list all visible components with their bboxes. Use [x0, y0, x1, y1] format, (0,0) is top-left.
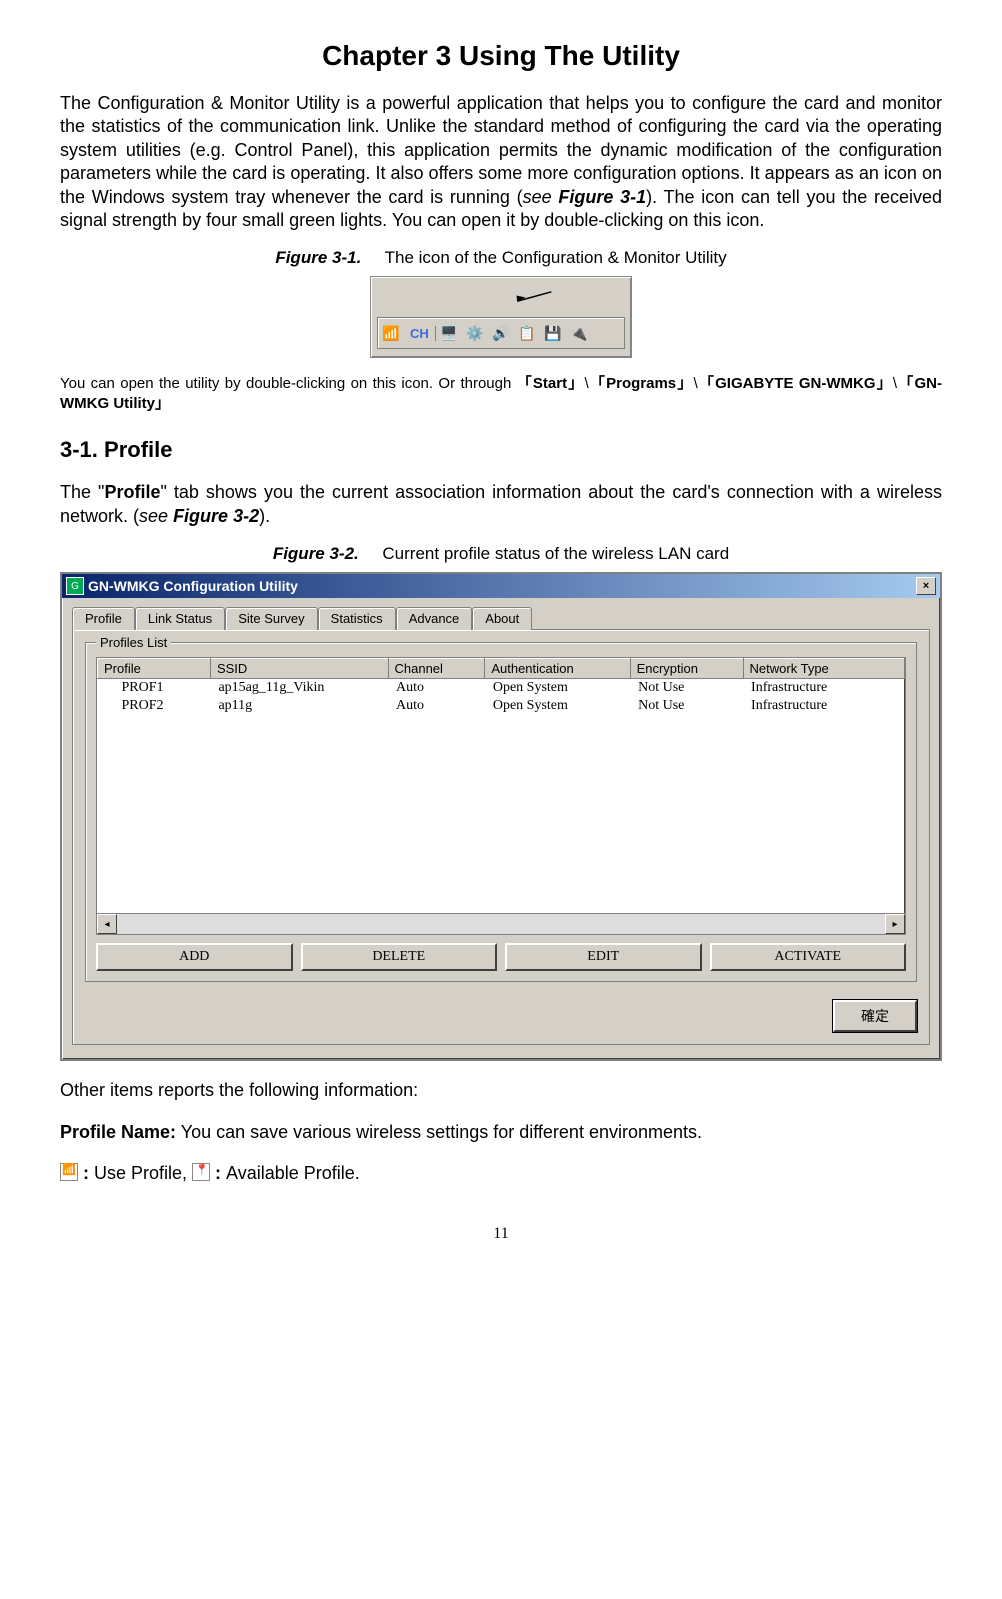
tray-app-icon-6[interactable]: 🔌: [568, 322, 590, 344]
profile-text-pre: The ": [60, 482, 104, 502]
tab-advance[interactable]: Advance: [396, 607, 473, 630]
scroll-left-icon[interactable]: ◂: [97, 914, 117, 934]
tab-profile[interactable]: Profile: [72, 607, 135, 630]
profiles-list[interactable]: Profile SSID Channel Authentication Encr…: [96, 657, 906, 935]
page-number: 11: [60, 1225, 942, 1243]
profile-name-label: Profile Name:: [60, 1122, 176, 1142]
profile-tab-panel: Profiles List Profile SSID Channel Authe…: [72, 629, 930, 1045]
use-profile-sep: :: [78, 1163, 94, 1183]
menu-start: 「Start」: [517, 375, 585, 392]
tray-app-icon-2[interactable]: ⚙️: [464, 322, 486, 344]
fig31-num: Figure 3-1.: [275, 248, 361, 267]
figure-3-1-image: 📶 CH 🖥️ ⚙️ 🔊 📋 💾 🔌: [60, 276, 942, 358]
app-icon: G: [66, 577, 84, 595]
tray-app-icon-4[interactable]: 📋: [516, 322, 538, 344]
tray-app-icon-3[interactable]: 🔊: [490, 322, 512, 344]
horizontal-scrollbar[interactable]: ◂ ▸: [97, 913, 905, 934]
intro-paragraph: The Configuration & Monitor Utility is a…: [60, 92, 942, 232]
profile-name-line: Profile Name: You can save various wirel…: [60, 1121, 942, 1144]
profile-word: Profile: [104, 482, 160, 502]
col-ssid[interactable]: SSID: [210, 659, 388, 679]
dialog-title: GN-WMKG Configuration Utility: [88, 578, 916, 594]
col-network[interactable]: Network Type: [743, 659, 904, 679]
tab-statistics[interactable]: Statistics: [318, 607, 396, 630]
col-profile[interactable]: Profile: [98, 659, 211, 679]
intro-see: see: [523, 187, 559, 207]
edit-button[interactable]: EDIT: [505, 943, 702, 971]
tray-app-icon-5[interactable]: 💾: [542, 322, 564, 344]
activate-button[interactable]: ACTIVATE: [710, 943, 907, 971]
groupbox-label: Profiles List: [96, 635, 171, 650]
tray-app-icon-1[interactable]: 🖥️: [438, 322, 460, 344]
language-indicator[interactable]: CH: [404, 326, 436, 341]
profile-text-post: ).: [259, 506, 270, 526]
profile-paragraph: The "Profile" tab shows you the current …: [60, 481, 942, 528]
table-row[interactable]: PROF1 ap15ag_11g_Vikin Auto Open System …: [98, 679, 905, 698]
add-button[interactable]: ADD: [96, 943, 293, 971]
menu-programs: 「Programs」: [589, 375, 694, 392]
avail-profile-sep: :: [210, 1163, 226, 1183]
use-profile-text: Use Profile,: [94, 1163, 192, 1183]
profile-name-desc: You can save various wireless settings f…: [176, 1122, 702, 1142]
fig31-text: The icon of the Configuration & Monitor …: [385, 248, 727, 267]
scroll-right-icon[interactable]: ▸: [885, 914, 905, 934]
fig32-num: Figure 3-2.: [273, 544, 359, 563]
col-encryption[interactable]: Encryption: [630, 659, 743, 679]
fig31-ref: Figure 3-1: [558, 187, 646, 207]
section-3-1-heading: 3-1. Profile: [60, 437, 942, 463]
menu-gigabyte: 「GIGABYTE GN-WMKG」: [698, 375, 893, 392]
figure-3-2-caption: Figure 3-2. Current profile status of th…: [60, 544, 942, 564]
scroll-track[interactable]: [117, 914, 885, 934]
delete-button[interactable]: DELETE: [301, 943, 498, 971]
signal-icon[interactable]: 📶: [380, 322, 402, 344]
chapter-title: Chapter 3 Using The Utility: [60, 40, 942, 72]
config-dialog: G GN-WMKG Configuration Utility × Profil…: [60, 572, 942, 1061]
tab-link-status[interactable]: Link Status: [135, 607, 225, 630]
figure-3-1-caption: Figure 3-1. The icon of the Configuratio…: [60, 248, 942, 268]
tray-inner: 📶 CH 🖥️ ⚙️ 🔊 📋 💾 🔌: [377, 317, 625, 349]
close-icon[interactable]: ×: [916, 577, 936, 595]
fig32-ref: Figure 3-2: [173, 506, 259, 526]
ok-button[interactable]: 確定: [833, 1000, 917, 1032]
icon-legend: : Use Profile, : Available Profile.: [60, 1162, 942, 1185]
col-auth[interactable]: Authentication: [485, 659, 630, 679]
col-channel[interactable]: Channel: [388, 659, 485, 679]
available-profile-icon: [192, 1163, 210, 1181]
tab-site-survey[interactable]: Site Survey: [225, 607, 317, 630]
open-note: You can open the utility by double-click…: [60, 374, 942, 413]
other-items-text: Other items reports the following inform…: [60, 1079, 942, 1102]
system-tray-box: 📶 CH 🖥️ ⚙️ 🔊 📋 💾 🔌: [370, 276, 632, 358]
fig32-text: Current profile status of the wireless L…: [382, 544, 729, 563]
dialog-tabs: Profile Link Status Site Survey Statisti…: [72, 607, 930, 630]
table-row[interactable]: PROF2 ap11g Auto Open System Not Use Inf…: [98, 697, 905, 715]
use-profile-icon: [60, 1163, 78, 1181]
tab-about[interactable]: About: [472, 607, 532, 630]
avail-profile-text: Available Profile.: [226, 1163, 360, 1183]
profile-see: see: [139, 506, 173, 526]
open-note-pt1: You can open the utility by double-click…: [60, 375, 517, 392]
profiles-groupbox: Profiles List Profile SSID Channel Authe…: [85, 642, 917, 982]
dialog-titlebar: G GN-WMKG Configuration Utility ×: [62, 574, 940, 598]
